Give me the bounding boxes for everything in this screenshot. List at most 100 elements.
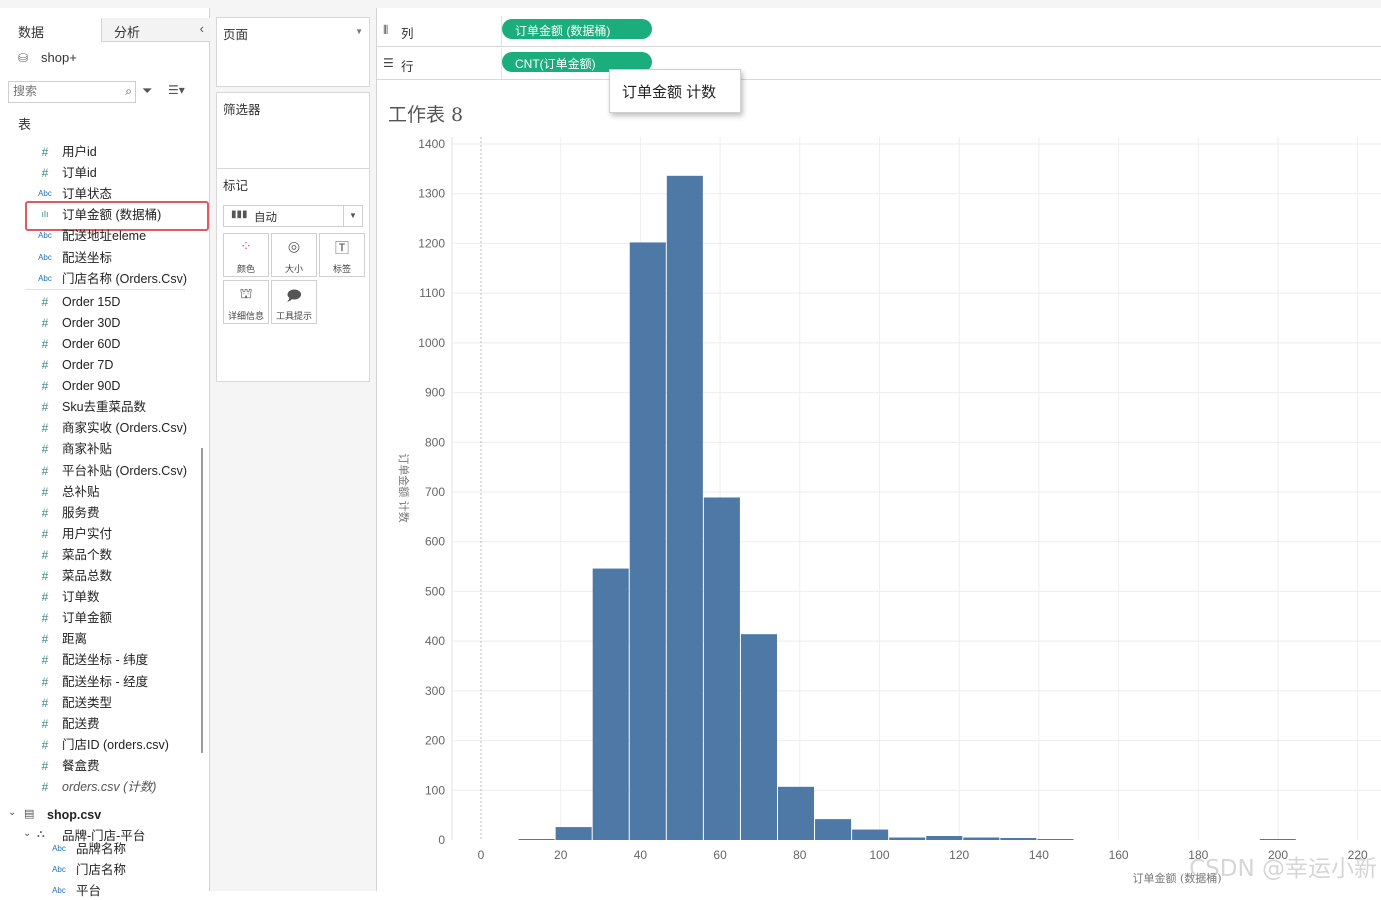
label-t-icon: 🅃 bbox=[335, 240, 349, 256]
histogram-bar bbox=[815, 819, 852, 840]
detail-button[interactable]: ⛫ 详细信息 bbox=[223, 280, 269, 324]
marks-type-select[interactable]: ▮▮▮ 自动 ▼ bbox=[223, 205, 363, 227]
field-label: Order 30D bbox=[62, 316, 121, 330]
histogram-bar bbox=[629, 242, 666, 841]
columns-label: 列 bbox=[401, 27, 414, 41]
expand-icon[interactable]: ⌄ bbox=[23, 828, 31, 839]
field-label: 门店名称 (Orders.Csv) bbox=[62, 272, 188, 286]
columns-pill[interactable]: 订单金额 (数据桶) bbox=[502, 19, 652, 39]
filter-icon[interactable]: ⏷ bbox=[142, 83, 152, 99]
expand-icon[interactable]: ⌄ bbox=[8, 807, 16, 818]
marks-card-title: 标记 bbox=[223, 179, 249, 193]
y-tick-label: 300 bbox=[425, 684, 445, 698]
field-label: 配送类型 bbox=[62, 696, 113, 710]
pane-tabs: 数据 分析 ‹ bbox=[0, 18, 210, 43]
y-tick-label: 1000 bbox=[418, 336, 445, 350]
y-tick-label: 1400 bbox=[418, 137, 445, 151]
field-label: 订单状态 bbox=[62, 187, 113, 201]
field-label: Order 7D bbox=[62, 358, 114, 372]
hash-icon: # bbox=[41, 379, 49, 393]
table-icon: ▤ bbox=[24, 808, 35, 820]
y-tick-label: 800 bbox=[425, 435, 445, 449]
pill-tooltip: 订单金额 计数 bbox=[609, 69, 741, 113]
field-label: 用户id bbox=[62, 145, 97, 159]
filters-card-title: 筛选器 bbox=[223, 103, 261, 117]
abc-icon: Abc bbox=[52, 844, 66, 853]
tables-heading: 表 bbox=[18, 117, 32, 132]
hash-icon: # bbox=[41, 759, 49, 773]
hash-icon: # bbox=[41, 717, 49, 731]
label-button[interactable]: 🅃 标签 bbox=[319, 233, 365, 277]
columns-pill-label: 订单金额 (数据桶) bbox=[515, 24, 611, 38]
histogram-bar bbox=[963, 837, 1000, 840]
columns-drop-zone[interactable]: 订单金额 (数据桶) bbox=[501, 16, 1381, 46]
color-dots-icon: ⁘ bbox=[240, 238, 252, 254]
field-label: 平台 bbox=[76, 884, 102, 898]
hash-icon: # bbox=[41, 738, 49, 752]
size-icon: ◎ bbox=[287, 238, 301, 254]
field-label: 餐盒费 bbox=[62, 759, 100, 773]
tooltip-button[interactable]: 🗩 工具提示 bbox=[271, 280, 317, 324]
field-label: 配送坐标 - 纬度 bbox=[62, 653, 149, 667]
datasource-name: shop+ bbox=[41, 50, 77, 65]
chevron-down-icon[interactable]: ▼ bbox=[355, 27, 363, 36]
tab-analysis-label: 分析 bbox=[114, 25, 141, 40]
y-tick-label: 100 bbox=[425, 783, 445, 797]
field-label: 配送坐标 bbox=[62, 251, 113, 265]
field-label: 订单id bbox=[62, 166, 97, 180]
hash-icon: # bbox=[41, 442, 49, 456]
rows-label: 行 bbox=[401, 60, 414, 74]
field-label: 订单金额 bbox=[62, 611, 113, 625]
pill-tooltip-text: 订单金额 计数 bbox=[622, 84, 717, 101]
y-tick-label: 200 bbox=[425, 734, 445, 748]
hash-icon: # bbox=[41, 400, 49, 414]
chevron-down-icon[interactable]: ▼ bbox=[343, 206, 362, 226]
histogram-bar bbox=[666, 175, 703, 840]
hash-icon: # bbox=[41, 337, 49, 351]
speech-bubble-icon: 🗩 bbox=[286, 287, 302, 303]
search-input[interactable] bbox=[13, 84, 113, 98]
field-label: 品牌名称 bbox=[76, 842, 127, 856]
y-tick-label: 900 bbox=[425, 386, 445, 400]
y-tick-label: 1100 bbox=[419, 286, 445, 300]
collapse-pane-icon[interactable]: ‹ bbox=[200, 21, 204, 36]
size-button-label: 大小 bbox=[284, 264, 303, 274]
y-tick-label: 1300 bbox=[418, 187, 445, 201]
hash-icon: # bbox=[41, 590, 49, 604]
tab-data[interactable]: 数据 bbox=[0, 18, 100, 43]
size-button[interactable]: ◎ 大小 bbox=[271, 233, 317, 277]
search-icon[interactable]: ⌕ bbox=[125, 84, 132, 99]
histogram-bar bbox=[1259, 839, 1296, 840]
y-tick-label: 1200 bbox=[418, 236, 445, 250]
view-options-icon[interactable]: ☰▾ bbox=[168, 83, 185, 97]
hash-icon: # bbox=[41, 506, 49, 520]
cards-column: 页面 ▼ 筛选器 标记 ▮▮▮ 自动 ▼ ⁘ 颜色 ◎ 大小 🅃 标签 ⛫ 详细… bbox=[210, 8, 377, 891]
y-tick-label: 600 bbox=[425, 535, 445, 549]
bar-chart-icon: ▮▮▮ bbox=[231, 209, 248, 220]
watermark: CSDN @幸运小新 bbox=[1189, 856, 1377, 882]
label-button-label: 标签 bbox=[332, 264, 351, 274]
hash-icon: # bbox=[41, 358, 49, 372]
histogram-bar bbox=[1000, 838, 1037, 840]
detail-button-label: 详细信息 bbox=[227, 311, 264, 321]
pane-scrollbar[interactable] bbox=[201, 448, 203, 753]
field-label: 订单数 bbox=[62, 590, 100, 604]
hierarchy-icon: ⛬ bbox=[37, 828, 45, 840]
field-label: 服务费 bbox=[62, 506, 100, 520]
field-label: 总补贴 bbox=[62, 485, 100, 499]
pages-card[interactable]: 页面 ▼ bbox=[216, 17, 370, 87]
histogram-bar bbox=[889, 837, 926, 840]
x-tick-label: 80 bbox=[793, 848, 807, 862]
tab-analysis[interactable]: 分析 ‹ bbox=[101, 18, 210, 42]
hash-icon: # bbox=[41, 675, 49, 689]
color-button[interactable]: ⁘ 颜色 bbox=[223, 233, 269, 277]
abc-icon: Abc bbox=[38, 189, 52, 198]
histogram-bar bbox=[852, 829, 889, 840]
y-tick-label: 0 bbox=[438, 833, 445, 847]
hash-icon: # bbox=[41, 316, 49, 330]
pages-card-title: 页面 bbox=[223, 28, 249, 42]
tab-data-label: 数据 bbox=[18, 25, 45, 40]
rows-pill-label: CNT(订单金额) bbox=[515, 57, 596, 71]
filters-card[interactable]: 筛选器 bbox=[216, 92, 370, 170]
abc-icon: Abc bbox=[38, 253, 52, 262]
